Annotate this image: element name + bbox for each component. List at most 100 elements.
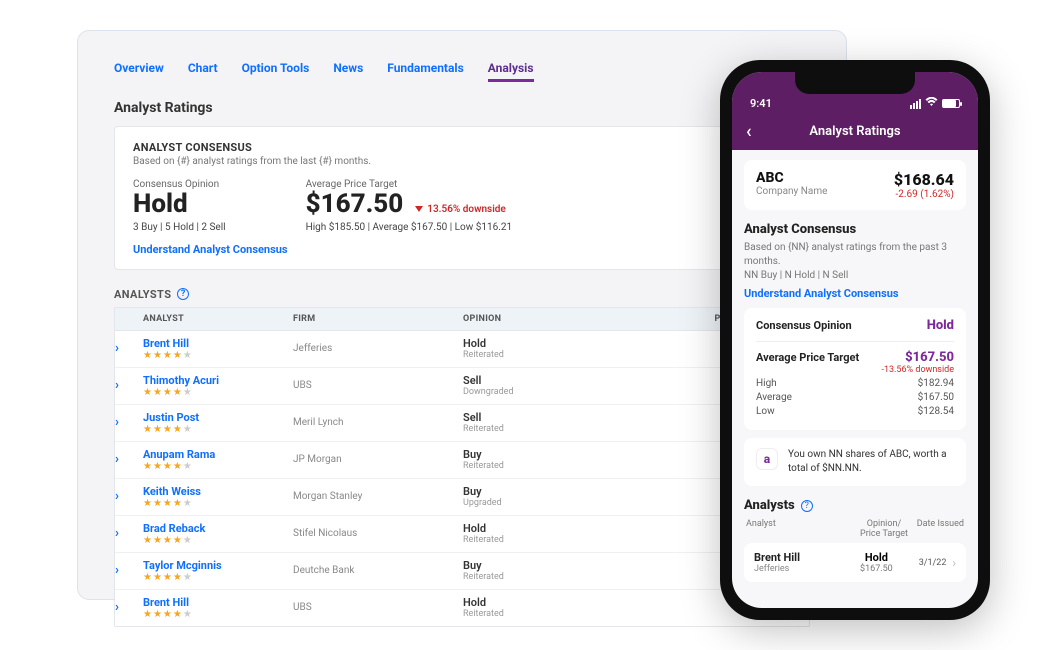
m-understand-link[interactable]: Understand Analyst Consensus [744,287,966,300]
signal-icon [910,99,921,109]
firm-name: Stifel Nicolaus [293,528,463,539]
opinion-sub: Reiterated [463,572,633,582]
table-header-row: ANALYST FIRM OPINION PRICE TARGET [115,308,809,331]
quote-price: $168.64 [894,170,954,189]
star-rating: ★★★★★ [143,350,293,361]
opinion-value: Hold [463,337,633,350]
expand-row-button[interactable]: › [115,415,119,430]
opinion-sub: Reiterated [463,424,633,434]
m-consensus-card: Consensus Opinion Hold Average Price Tar… [744,308,966,430]
m-stat-row: High$182.94 [756,378,954,389]
analyst-name[interactable]: Justin Post [143,411,293,424]
expand-row-button[interactable]: › [115,563,119,578]
opinion-sub: Reiterated [463,535,633,545]
firm-name: JP Morgan [293,454,463,465]
opinion-sub: Downgraded [463,387,633,397]
chevron-right-icon: › [952,556,956,570]
m-downside: -13.56% downside [881,365,954,375]
tab-chart[interactable]: Chart [188,61,218,82]
section-title: Analyst Ratings [114,100,810,116]
m-analyst-opinion: Hold [846,551,906,564]
analyst-name[interactable]: Anupam Rama [143,448,293,461]
m-analyst-columns: Analyst Opinion/ Price Target Date Issue… [744,519,966,539]
tab-overview[interactable]: Overview [114,61,164,82]
expand-row-button[interactable]: › [115,526,119,541]
table-row: ›Anupam Rama★★★★★JP MorganBuyReiterated$… [115,442,809,479]
analyst-name[interactable]: Thimothy Acuri [143,374,293,387]
tab-news[interactable]: News [333,61,363,82]
star-rating: ★★★★★ [143,609,293,620]
analyst-name[interactable]: Brent Hill [143,337,293,350]
down-triangle-icon [415,206,423,212]
firm-name: UBS [293,602,463,613]
table-row: ›Brent Hill★★★★★UBSHoldReiterated$167.85 [115,590,809,626]
firm-name: Jefferies [293,343,463,354]
analysts-section-header: ANALYSTS ? [114,288,810,301]
company-name: Company Name [756,186,827,197]
firm-name: UBS [293,380,463,391]
col-firm: FIRM [293,314,463,324]
m-info-icon[interactable]: ? [801,500,813,512]
tab-option-tools[interactable]: Option Tools [242,61,310,82]
tab-analysis[interactable]: Analysis [488,61,534,82]
m-col-opinion: Opinion/ Price Target [854,519,914,539]
m-breakdown: NN Buy | N Hold | N Sell [744,269,966,283]
target-range: High $185.50 | Average $167.50 | Low $11… [306,222,513,233]
tab-fundamentals[interactable]: Fundamentals [387,61,464,82]
phone-screen: 9:41 ‹ Analyst Ratings ABC Company Name [732,72,978,608]
expand-row-button[interactable]: › [115,452,119,467]
star-rating: ★★★★★ [143,461,293,472]
consensus-card: ANALYST CONSENSUS Based on {#} analyst r… [114,126,810,270]
analyst-name[interactable]: Keith Weiss [143,485,293,498]
stat-value: $128.54 [918,406,954,417]
m-analyst-row[interactable]: Brent Hill Jefferies Hold $167.50 3/1/22… [744,543,966,582]
m-opinion-label: Consensus Opinion [756,319,852,332]
consensus-opinion-value: Hold [133,190,226,219]
m-analyst-name: Brent Hill [754,551,846,564]
avg-target-value: $167.50 [306,189,404,219]
status-time: 9:41 [750,97,772,110]
stat-label: Average [756,392,792,403]
opinion-sub: Reiterated [463,609,633,619]
quote-card: ABC Company Name $168.64 -2.69 (1.62%) [744,160,966,210]
analyst-name[interactable]: Brad Reback [143,522,293,535]
table-row: ›Thimothy Acuri★★★★★UBSSellDowngraded$24… [115,368,809,405]
ownership-card: a You own NN shares of ABC, worth a tota… [744,438,966,486]
firm-name: Deutche Bank [293,565,463,576]
m-analyst-firm: Jefferies [754,564,846,574]
opinion-value: Hold [463,596,633,609]
stat-value: $167.50 [918,392,954,403]
analyst-name[interactable]: Taylor Mcginnis [143,559,293,572]
m-avg-target-value: $167.50 [881,350,954,365]
opinion-sub: Reiterated [463,461,633,471]
stat-value: $182.94 [918,378,954,389]
expand-row-button[interactable]: › [115,378,119,393]
understand-consensus-link[interactable]: Understand Analyst Consensus [133,243,288,256]
expand-row-button[interactable]: › [115,600,119,615]
m-analyst-price: $167.50 [846,564,906,574]
opinion-sub: Upgraded [463,498,633,508]
col-analyst: ANALYST [143,314,293,324]
app-header: ‹ Analyst Ratings [732,112,978,150]
downside-text: 13.56% downside [427,204,506,215]
back-button[interactable]: ‹ [746,121,752,142]
tab-bar: Overview Chart Option Tools News Fundamental… [114,61,810,82]
info-icon[interactable]: ? [177,288,189,300]
table-row: ›Taylor Mcginnis★★★★★Deutche BankBuyReit… [115,553,809,590]
opinion-value: Buy [463,448,633,461]
analysts-table: ANALYST FIRM OPINION PRICE TARGET › Brent… [114,307,810,627]
consensus-heading: ANALYST CONSENSUS [133,141,791,154]
expand-row-button[interactable]: › [115,341,119,356]
expand-row-button[interactable]: › [115,489,119,504]
table-row: ›Justin Post★★★★★Meril LynchSellReiterat… [115,405,809,442]
star-rating: ★★★★★ [143,572,293,583]
m-col-analyst: Analyst [746,519,854,539]
m-analysts-title: Analysts [744,498,795,513]
brand-icon: a [756,448,778,470]
analyst-name[interactable]: Brent Hill [143,596,293,609]
table-row: ›Keith Weiss★★★★★Morgan StanleyBuyUpgrad… [115,479,809,516]
opinion-value: Hold [463,522,633,535]
phone-notch [795,72,915,94]
star-rating: ★★★★★ [143,424,293,435]
opinion-value: Sell [463,374,633,387]
